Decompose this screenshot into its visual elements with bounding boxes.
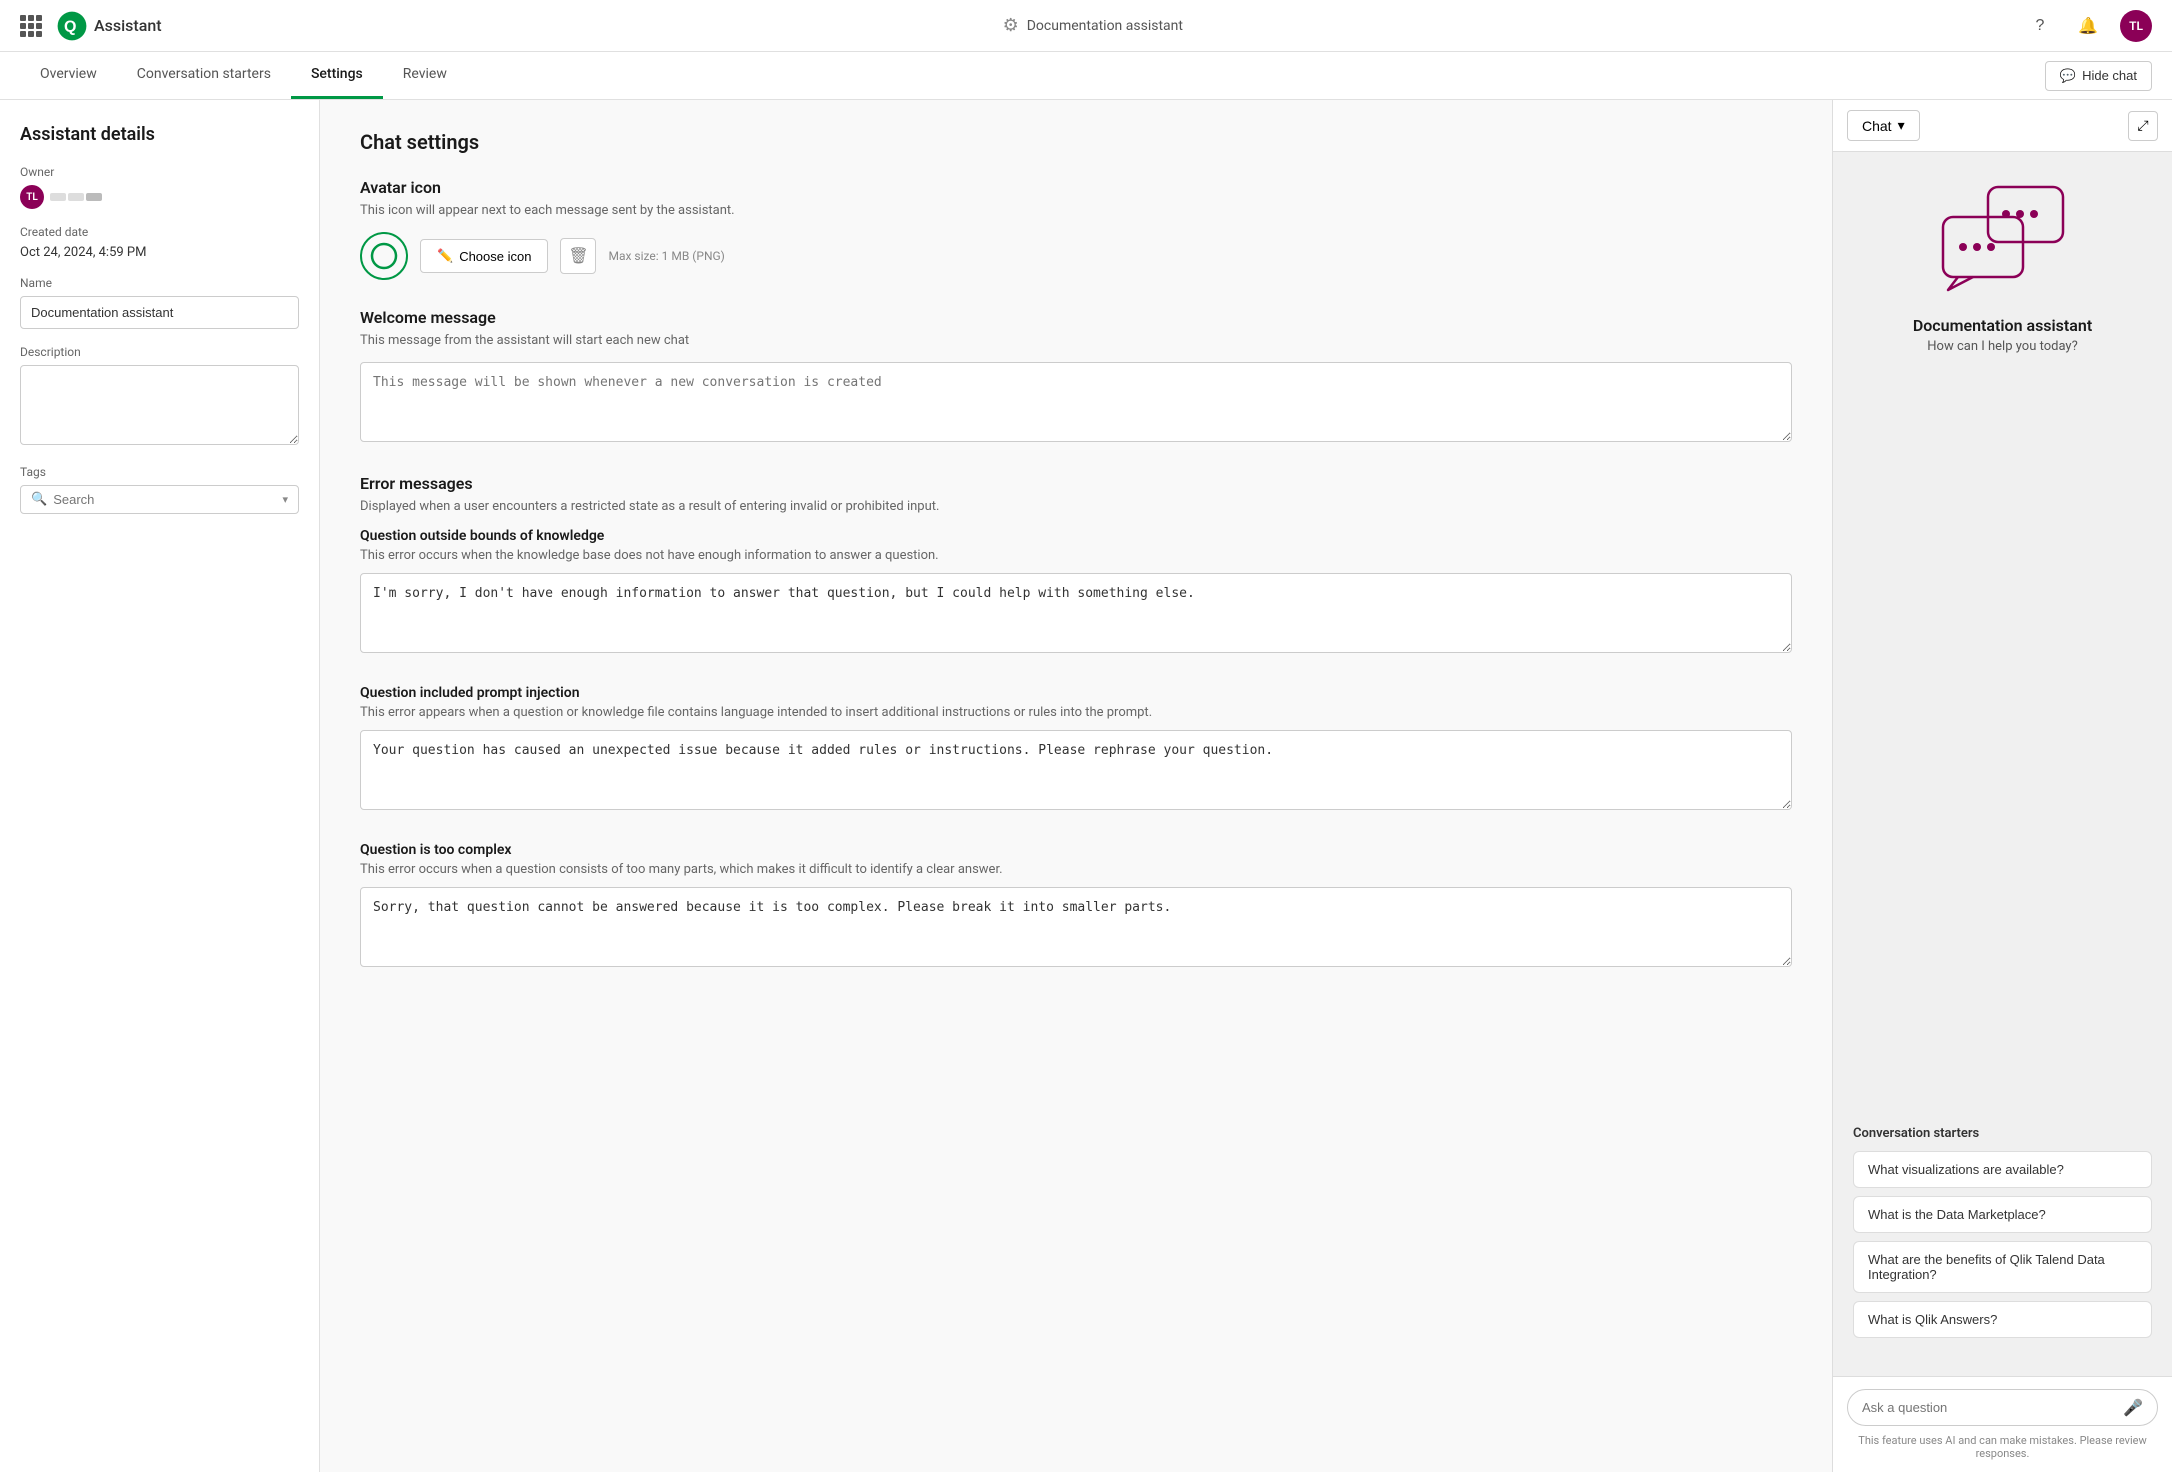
- expand-icon: ⤢: [2137, 117, 2148, 134]
- qlik-logo: Q Assistant: [56, 10, 162, 42]
- pencil-icon: ✏️: [437, 248, 453, 264]
- welcome-message-section: Welcome message This message from the as…: [360, 308, 1792, 446]
- qlik-logo-svg: Q: [56, 10, 88, 42]
- owner-label: Owner: [20, 165, 299, 179]
- nav-left: Q Assistant: [20, 10, 162, 42]
- hide-chat-label: Hide chat: [2082, 68, 2137, 83]
- error-section-0: Question outside bounds of knowledge Thi…: [360, 528, 1792, 657]
- nav-assistant-name: Documentation assistant: [1027, 18, 1183, 34]
- error-section-2: Question is too complex This error occur…: [360, 842, 1792, 971]
- error-textarea-1[interactable]: [360, 730, 1792, 810]
- name-label: Name: [20, 276, 299, 290]
- welcome-message-title: Welcome message: [360, 308, 1792, 327]
- starter-item-3[interactable]: What is Qlik Answers?: [1853, 1301, 2152, 1338]
- nav-center: ⚙ Documentation assistant: [162, 15, 2024, 36]
- main-content: Chat settings Avatar icon This icon will…: [320, 100, 1832, 1472]
- chat-illustration: [1938, 182, 2068, 296]
- tab-conversation-starters[interactable]: Conversation starters: [117, 52, 291, 99]
- main-layout: Assistant details Owner TL Created date …: [0, 100, 2172, 1472]
- chat-input-area: 🎤 This feature uses AI and can make mist…: [1833, 1376, 2172, 1472]
- name-input[interactable]: [20, 296, 299, 329]
- tab-overview[interactable]: Overview: [20, 52, 117, 99]
- delete-icon-button[interactable]: 🗑: [560, 238, 596, 274]
- avatar-icon-section: Avatar icon This icon will appear next t…: [360, 178, 1792, 280]
- section-title: Chat settings: [360, 130, 1792, 154]
- chat-input-row: 🎤: [1847, 1389, 2158, 1426]
- owner-row: TL: [20, 185, 299, 209]
- notifications-button[interactable]: 🔔: [2072, 10, 2104, 42]
- conversation-starters-label: Conversation starters: [1853, 1126, 2152, 1141]
- avatar-circle-icon: [370, 242, 398, 270]
- welcome-message-desc: This message from the assistant will sta…: [360, 333, 1792, 348]
- chat-panel: Chat ▾ ⤢: [1832, 100, 2172, 1472]
- search-icon: 🔍: [31, 492, 47, 507]
- owner-avatar: TL: [20, 185, 44, 209]
- tab-settings[interactable]: Settings: [291, 52, 383, 99]
- chat-disclaimer: This feature uses AI and can make mistak…: [1847, 1434, 2158, 1460]
- created-date: Oct 24, 2024, 4:59 PM: [20, 245, 299, 260]
- hide-chat-button[interactable]: 💬 Hide chat: [2045, 61, 2152, 91]
- chat-bubbles-svg: [1938, 182, 2068, 292]
- chat-bot-subtitle: How can I help you today?: [1927, 339, 2077, 354]
- welcome-message-textarea[interactable]: [360, 362, 1792, 442]
- chat-chevron-icon: ▾: [1898, 117, 1905, 134]
- app-title: Assistant: [94, 16, 162, 35]
- sub-nav-tabs: Overview Conversation starters Settings …: [20, 52, 2045, 99]
- help-button[interactable]: ?: [2024, 10, 2056, 42]
- error-label-1: Question included prompt injection: [360, 685, 1792, 701]
- chat-starters-section: Conversation starters What visualization…: [1853, 1126, 2152, 1346]
- error-desc-2: This error occurs when a question consis…: [360, 862, 1792, 877]
- mic-icon[interactable]: 🎤: [2123, 1398, 2143, 1417]
- error-messages-section: Error messages Displayed when a user enc…: [360, 474, 1792, 971]
- starter-item-0[interactable]: What visualizations are available?: [1853, 1151, 2152, 1188]
- grid-icon[interactable]: [20, 15, 42, 37]
- starter-item-1[interactable]: What is the Data Marketplace?: [1853, 1196, 2152, 1233]
- error-textarea-2[interactable]: [360, 887, 1792, 967]
- chat-bot-name: Documentation assistant: [1913, 316, 2092, 335]
- trash-icon: 🗑: [568, 246, 588, 266]
- tags-search-container: 🔍 ▾: [20, 485, 299, 514]
- error-label-0: Question outside bounds of knowledge: [360, 528, 1792, 544]
- error-desc-0: This error occurs when the knowledge bas…: [360, 548, 1792, 563]
- svg-text:Q: Q: [64, 18, 76, 35]
- expand-chat-button[interactable]: ⤢: [2128, 111, 2158, 141]
- assistant-nav-icon: ⚙: [1003, 15, 1019, 36]
- hide-chat-icon: 💬: [2060, 68, 2076, 84]
- assistant-details-title: Assistant details: [20, 124, 299, 145]
- choose-icon-label: Choose icon: [459, 249, 531, 264]
- avatar-icon-desc: This icon will appear next to each messa…: [360, 203, 1792, 218]
- description-input[interactable]: [20, 365, 299, 445]
- chat-title-button[interactable]: Chat ▾: [1847, 110, 1920, 141]
- chat-header: Chat ▾ ⤢: [1833, 100, 2172, 152]
- error-label-2: Question is too complex: [360, 842, 1792, 858]
- chat-input[interactable]: [1862, 1400, 2115, 1415]
- chat-body: Documentation assistant How can I help y…: [1833, 152, 2172, 1376]
- created-label: Created date: [20, 225, 299, 239]
- avatar-icon-title: Avatar icon: [360, 178, 1792, 197]
- user-avatar[interactable]: TL: [2120, 10, 2152, 42]
- chevron-down-icon: ▾: [282, 493, 288, 506]
- avatar-preview: [360, 232, 408, 280]
- tab-review[interactable]: Review: [383, 52, 467, 99]
- tags-label: Tags: [20, 465, 299, 479]
- owner-dots: [50, 193, 102, 201]
- starter-item-2[interactable]: What are the benefits of Qlik Talend Dat…: [1853, 1241, 2152, 1293]
- error-textarea-0[interactable]: [360, 573, 1792, 653]
- max-size-label: Max size: 1 MB (PNG): [608, 249, 724, 263]
- tags-search-input[interactable]: [53, 492, 276, 507]
- error-messages-title: Error messages: [360, 474, 1792, 493]
- error-desc-1: This error appears when a question or kn…: [360, 705, 1792, 720]
- description-label: Description: [20, 345, 299, 359]
- nav-right: ? 🔔 TL: [2024, 10, 2152, 42]
- error-section-1: Question included prompt injection This …: [360, 685, 1792, 814]
- sub-nav: Overview Conversation starters Settings …: [0, 52, 2172, 100]
- avatar-icon-row: ✏️ Choose icon 🗑 Max size: 1 MB (PNG): [360, 232, 1792, 280]
- chat-title-label: Chat: [1862, 118, 1892, 134]
- error-messages-desc: Displayed when a user encounters a restr…: [360, 499, 1792, 514]
- top-nav: Q Assistant ⚙ Documentation assistant ? …: [0, 0, 2172, 52]
- left-sidebar: Assistant details Owner TL Created date …: [0, 100, 320, 1472]
- choose-icon-button[interactable]: ✏️ Choose icon: [420, 239, 548, 273]
